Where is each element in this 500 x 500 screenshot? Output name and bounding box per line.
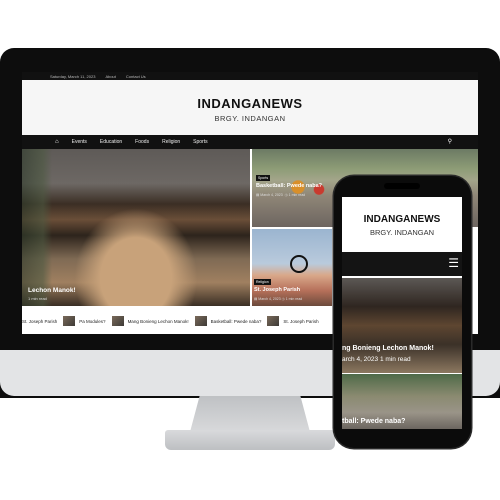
card-image-figures — [280, 167, 340, 217]
ticker-item-text[interactable]: St. Joseph Parish — [283, 319, 318, 324]
card-date-sports: ▤ March 4, 2023 ◷ 1 min read — [256, 193, 305, 197]
phone-post-card[interactable]: tball: Pwede naba? — [342, 374, 462, 429]
card-date-text: March 4, 2023 — [260, 193, 283, 197]
clock-icon: ◷ — [284, 193, 288, 197]
menu-icon[interactable]: ☰ — [448, 256, 459, 270]
top-bar: Saturday, March 11, 2023 About Contact U… — [22, 72, 478, 80]
site-title[interactable]: INDANGANEWS — [22, 96, 478, 111]
category-badge-religion[interactable]: Religion — [254, 279, 271, 285]
calendar-icon: ▤ — [254, 297, 258, 301]
ticker-item[interactable]: St. Joseph Parish — [22, 319, 57, 324]
ticker-thumbnail[interactable] — [111, 316, 124, 326]
ticker-item[interactable]: St. Joseph Parish — [267, 316, 319, 326]
nav-item-religion[interactable]: Religion — [162, 139, 180, 145]
phone-device: INDANGANEWS BRGY. INDANGAN ☰ ng Bonieng … — [334, 176, 471, 448]
ticker-item-text[interactable]: Pa Modules? — [79, 319, 105, 324]
topbar-link-contact[interactable]: Contact Us — [126, 74, 146, 79]
card-read-text: 1 min read — [285, 297, 303, 301]
home-icon[interactable]: ⌂ — [55, 139, 59, 145]
hero-post[interactable]: Lechon Manok! 1 min read — [22, 149, 250, 306]
phone-screen: INDANGANEWS BRGY. INDANGAN ☰ ng Bonieng … — [342, 197, 462, 429]
phone-hero-meta: arch 4, 2023 1 min read — [342, 356, 411, 363]
topbar-date: Saturday, March 11, 2023 — [50, 73, 96, 79]
phone-nav-bar: ☰ — [342, 252, 462, 276]
ticker-thumbnail[interactable] — [267, 316, 280, 326]
phone-hero-title[interactable]: ng Bonieng Lechon Manok! — [342, 345, 434, 352]
circle-annotation — [290, 255, 308, 273]
hero-title[interactable]: Lechon Manok! — [28, 287, 76, 294]
phone-site-header: INDANGANEWS BRGY. INDANGAN — [342, 197, 462, 249]
clock-icon: ◷ — [281, 297, 285, 301]
hero-meta: 1 min read — [28, 296, 47, 301]
site-tagline: BRGY. INDANGAN — [214, 114, 286, 123]
hero-image-detail — [22, 149, 52, 306]
monitor-stand-neck — [190, 396, 310, 432]
phone-site-title[interactable]: INDANGANEWS — [342, 214, 462, 225]
nav-item-education[interactable]: Education — [100, 139, 122, 145]
category-badge-sports[interactable]: Sports — [256, 175, 271, 181]
ticker-item-text[interactable]: St. Joseph Parish — [22, 319, 57, 324]
ticker-item-text[interactable]: Basketball: Pwede naba? — [211, 319, 262, 324]
phone-site-tagline: BRGY. INDANGAN — [369, 228, 435, 237]
monitor-stand-base — [165, 430, 335, 450]
nav-item-foods[interactable]: Foods — [135, 139, 149, 145]
ticker-thumbnail[interactable] — [63, 316, 76, 326]
post-card-religion[interactable]: Religion St. Joseph Parish ▤ March 4, 20… — [252, 229, 332, 306]
phone-card-title[interactable]: tball: Pwede naba? — [342, 418, 405, 425]
card-date-text: March 4, 2023 — [258, 297, 281, 301]
card-title-sports[interactable]: Basketball: Pwede naba? — [256, 183, 322, 189]
ticker-thumbnail[interactable] — [194, 316, 207, 326]
ticker-item[interactable]: Mang Bonieng Lechon Manok! — [111, 316, 189, 326]
main-nav: ⌂ Events Education Foods Religion Sports… — [22, 135, 478, 149]
site-header: INDANGANEWS BRGY. INDANGAN — [22, 80, 478, 135]
search-icon[interactable]: ⚲ — [448, 138, 452, 145]
phone-hero-post[interactable]: ng Bonieng Lechon Manok! arch 4, 2023 1 … — [342, 278, 462, 373]
phone-notch — [384, 183, 420, 189]
topbar-link-about[interactable]: About — [105, 74, 115, 79]
ticker-item-text[interactable]: Mang Bonieng Lechon Manok! — [128, 319, 189, 324]
nav-item-events[interactable]: Events — [72, 139, 87, 145]
ticker-item[interactable]: Basketball: Pwede naba? — [194, 316, 262, 326]
card-date-religion: ▤ March 4, 2023 ◷ 1 min read — [254, 297, 302, 301]
nav-item-sports[interactable]: Sports — [193, 139, 207, 145]
calendar-icon: ▤ — [256, 193, 260, 197]
card-read-text: 1 min read — [288, 193, 306, 197]
card-title-religion[interactable]: St. Joseph Parish — [254, 287, 300, 293]
ticker-item[interactable]: Pa Modules? — [63, 316, 106, 326]
